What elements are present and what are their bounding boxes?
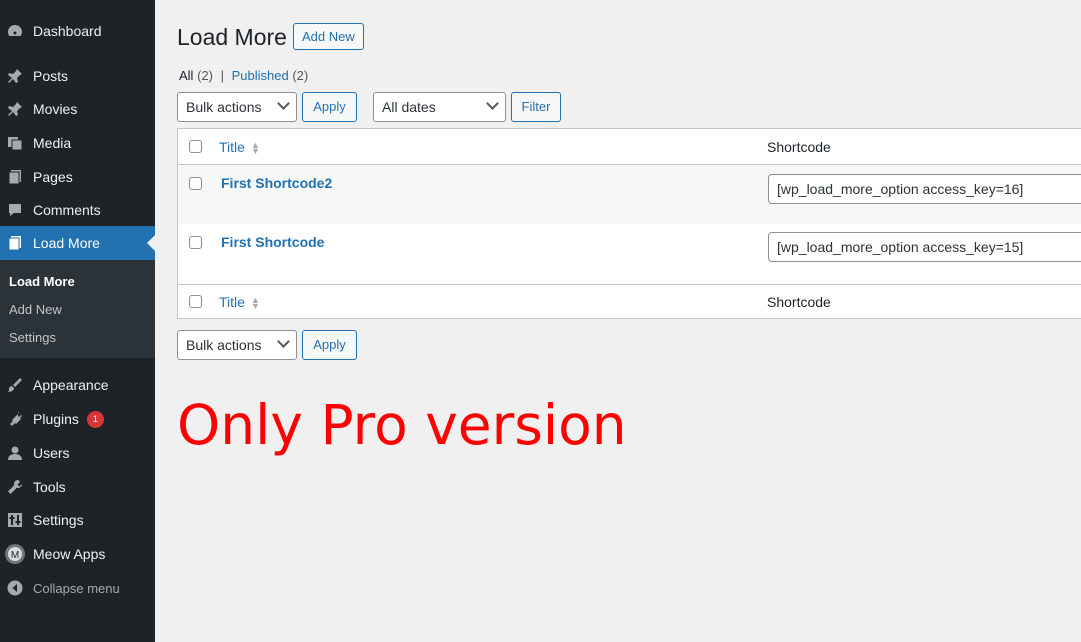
add-new-button[interactable]: Add New bbox=[293, 23, 364, 50]
collapse-menu-label: Collapse menu bbox=[33, 580, 120, 596]
submenu-item-settings[interactable]: Settings bbox=[9, 330, 56, 345]
comments-icon bbox=[7, 202, 23, 218]
dashboard-icon bbox=[7, 23, 23, 39]
sidebar-item-label: Settings bbox=[33, 512, 84, 528]
shortcode-field[interactable]: [wp_load_more_option access_key=16] bbox=[768, 174, 1081, 204]
sidebar-item-label: Appearance bbox=[33, 377, 109, 393]
apply-button-top[interactable]: Apply bbox=[302, 92, 357, 122]
sidebar-item-label: Media bbox=[33, 135, 72, 151]
bulk-actions-select-top[interactable]: Bulk actions bbox=[177, 92, 297, 122]
bulk-actions-value: Bulk actions bbox=[186, 99, 262, 115]
sidebar-item-tools[interactable]: Tools bbox=[0, 470, 155, 504]
sort-arrows-icon: ▲ ▼ bbox=[250, 140, 260, 157]
pin-icon bbox=[7, 68, 23, 84]
sidebar-item-label: Meow Apps bbox=[33, 546, 106, 562]
sidebar-item-appearance[interactable]: Appearance bbox=[0, 368, 155, 402]
bulk-actions-value: Bulk actions bbox=[186, 337, 262, 353]
filter-all-link[interactable]: All (2) bbox=[179, 68, 213, 83]
pro-version-notice: Only Pro version bbox=[177, 393, 627, 457]
status-filter-links: All (2) | Published (2) bbox=[179, 68, 308, 83]
table-footer-row: Title ▲ ▼ Shortcode bbox=[178, 284, 1081, 319]
table-row: First Shortcode [wp_load_more_option acc… bbox=[178, 224, 1081, 284]
filter-all-label: All bbox=[179, 68, 194, 83]
sidebar-item-media[interactable]: Media bbox=[0, 126, 155, 160]
settings-icon bbox=[7, 512, 23, 528]
dates-filter-select[interactable]: All dates bbox=[373, 92, 506, 122]
sidebar-item-users[interactable]: Users bbox=[0, 436, 155, 470]
sidebar-item-label: Pages bbox=[33, 169, 73, 185]
shortcodes-table: Title ▲ ▼ Shortcode First Shortcode2 [wp_l… bbox=[177, 128, 1081, 319]
filter-published-link[interactable]: Published (2) bbox=[232, 68, 309, 83]
sidebar-item-label: Comments bbox=[33, 202, 101, 218]
select-all-checkbox[interactable] bbox=[189, 140, 202, 153]
main-content: Load More Add New All (2) | Published (2… bbox=[155, 0, 1081, 642]
collapse-icon bbox=[7, 580, 23, 596]
svg-text:M: M bbox=[11, 550, 19, 561]
select-all-checkbox-footer[interactable] bbox=[189, 295, 202, 308]
column-title-label: Title bbox=[219, 139, 245, 155]
table-row: First Shortcode2 [wp_load_more_option ac… bbox=[178, 165, 1081, 224]
sidebar-item-pages[interactable]: Pages bbox=[0, 160, 155, 194]
page-title: Load More bbox=[177, 24, 287, 50]
shortcode-field[interactable]: [wp_load_more_option access_key=15] bbox=[768, 232, 1081, 262]
sidebar-item-meow-apps[interactable]: M Meow Apps bbox=[0, 537, 155, 571]
column-header-shortcode: Shortcode bbox=[767, 139, 831, 155]
submenu-item-add-new[interactable]: Add New bbox=[9, 302, 62, 317]
load-more-submenu: Load More Add New Settings bbox=[0, 260, 155, 358]
sidebar-item-movies[interactable]: Movies bbox=[0, 92, 155, 126]
row-title-link[interactable]: First Shortcode bbox=[221, 234, 324, 250]
sidebar-item-plugins[interactable]: Plugins 1 bbox=[0, 402, 155, 436]
filter-separator: | bbox=[220, 68, 224, 83]
users-icon bbox=[7, 445, 23, 461]
column-header-title[interactable]: Title ▲ ▼ bbox=[219, 139, 260, 157]
filter-all-count: (2) bbox=[197, 68, 213, 83]
sidebar-item-comments[interactable]: Comments bbox=[0, 193, 155, 227]
chevron-down-icon bbox=[277, 335, 290, 348]
plugins-icon bbox=[7, 411, 23, 427]
load-more-icon bbox=[7, 235, 23, 251]
sidebar-item-label: Users bbox=[33, 445, 70, 461]
bulk-actions-select-bottom[interactable]: Bulk actions bbox=[177, 330, 297, 360]
sidebar-item-load-more[interactable]: Load More bbox=[0, 226, 155, 260]
plugins-update-badge: 1 bbox=[86, 410, 104, 428]
admin-sidebar: Dashboard Posts Movies Media Pages Comme… bbox=[0, 0, 155, 642]
column-footer-title[interactable]: Title ▲ ▼ bbox=[219, 294, 260, 312]
sidebar-item-label: Load More bbox=[33, 235, 100, 251]
sidebar-item-settings[interactable]: Settings bbox=[0, 503, 155, 537]
apply-button-bottom[interactable]: Apply bbox=[302, 330, 357, 360]
sidebar-item-posts[interactable]: Posts bbox=[0, 59, 155, 93]
collapse-menu-button[interactable]: Collapse menu bbox=[0, 571, 155, 605]
sidebar-item-label: Movies bbox=[33, 101, 78, 117]
filter-published-count: (2) bbox=[292, 68, 309, 83]
filter-button[interactable]: Filter bbox=[511, 92, 561, 122]
sidebar-item-dashboard[interactable]: Dashboard bbox=[0, 14, 155, 48]
row-checkbox[interactable] bbox=[189, 177, 202, 190]
sidebar-item-label: Dashboard bbox=[33, 23, 102, 39]
sidebar-item-label: Plugins bbox=[33, 411, 79, 427]
sidebar-item-label: Tools bbox=[33, 479, 66, 495]
chevron-down-icon bbox=[277, 97, 290, 110]
media-icon bbox=[7, 135, 23, 151]
chevron-down-icon bbox=[486, 97, 499, 110]
sort-arrows-icon: ▲ ▼ bbox=[250, 295, 260, 312]
dates-filter-value: All dates bbox=[382, 99, 436, 115]
row-title-link[interactable]: First Shortcode2 bbox=[221, 175, 332, 191]
submenu-item-load-more[interactable]: Load More bbox=[9, 274, 75, 289]
sidebar-item-label: Posts bbox=[33, 68, 69, 84]
appearance-icon bbox=[7, 377, 23, 393]
row-checkbox[interactable] bbox=[189, 236, 202, 249]
meow-apps-icon: M bbox=[5, 544, 25, 564]
tools-icon bbox=[7, 479, 23, 495]
column-footer-shortcode: Shortcode bbox=[767, 294, 831, 310]
column-title-label: Title bbox=[219, 294, 245, 310]
pin-icon bbox=[7, 101, 23, 117]
table-header-row: Title ▲ ▼ Shortcode bbox=[178, 129, 1081, 165]
pages-icon bbox=[7, 169, 23, 185]
filter-published-label: Published bbox=[231, 68, 289, 83]
